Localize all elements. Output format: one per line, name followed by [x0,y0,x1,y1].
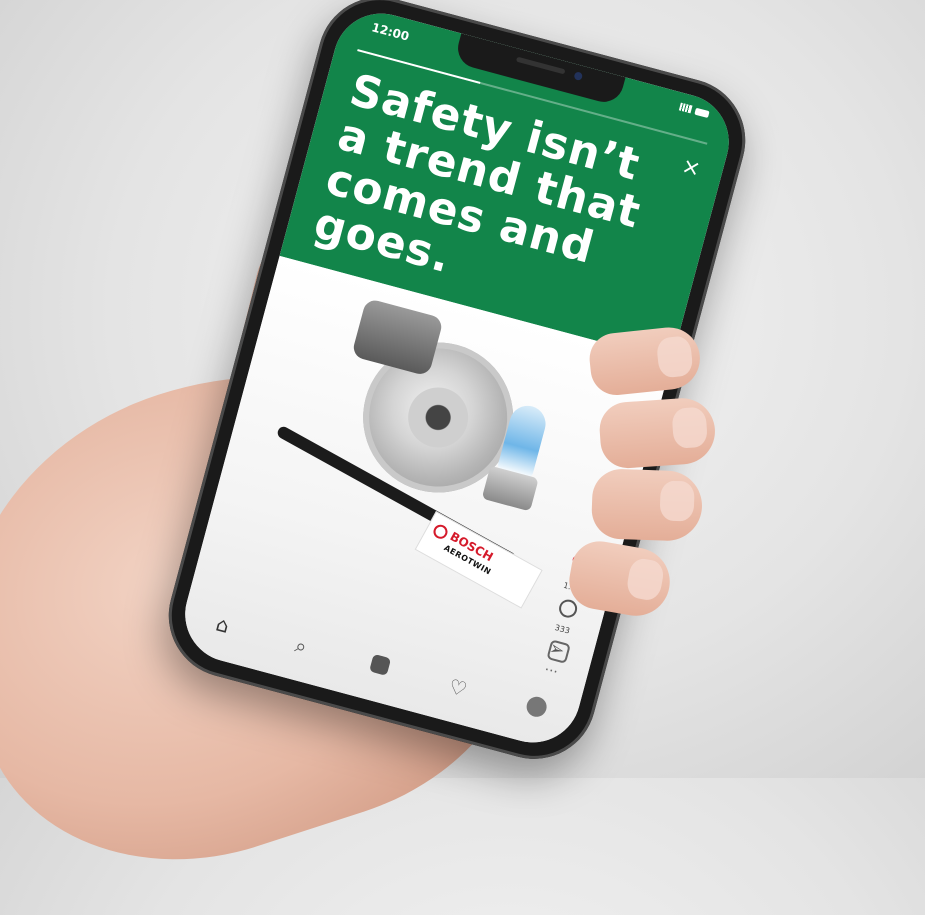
photo-scene: 12:00 × Safety isn’t a trend that comes … [0,0,925,915]
finger-index [587,324,703,398]
fingernail [659,480,695,522]
front-camera [573,71,584,81]
close-icon[interactable]: × [679,153,703,182]
reels-icon[interactable] [359,651,400,683]
status-time: 12:00 [370,20,411,44]
home-icon[interactable]: ⌂ [202,609,243,641]
fingernail [625,556,666,603]
profile-icon[interactable] [516,692,557,725]
speaker [515,56,566,75]
status-icons [678,102,710,118]
activity-icon[interactable]: ♡ [438,672,479,704]
brake-caliper [351,297,444,377]
comment-count: 333 [553,622,571,636]
comment-icon[interactable] [556,597,579,620]
search-icon[interactable]: ⌕ [281,630,322,662]
finger-ring [590,468,704,542]
brake-disc-hub [401,380,475,455]
fingernail [655,335,694,379]
wiper-package: BOSCH AEROTWIN [414,510,543,609]
bosch-logo-icon [430,522,451,542]
finger-middle [597,396,718,470]
signal-icon [678,102,693,114]
battery-icon [694,107,710,118]
fingernail [671,406,709,449]
